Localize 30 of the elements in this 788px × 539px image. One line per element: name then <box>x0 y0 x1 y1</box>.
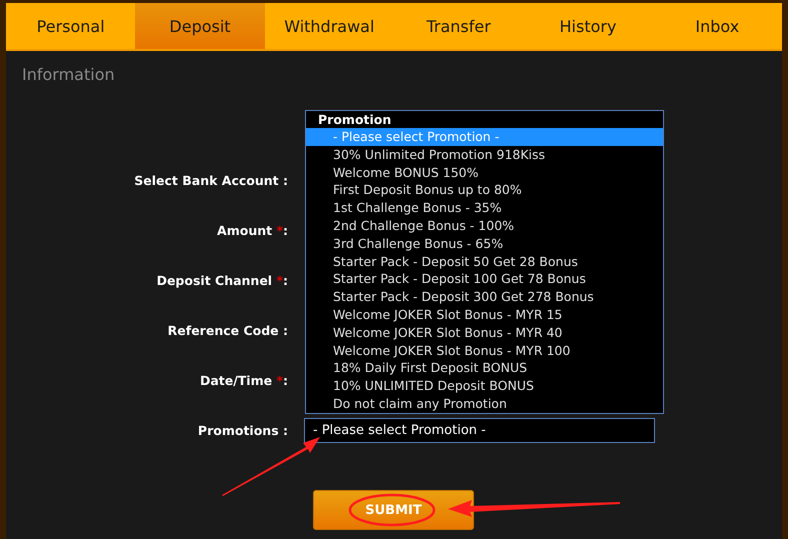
tab[interactable]: Transfer <box>394 3 524 49</box>
promotion-select[interactable]: - Please select Promotion - <box>304 418 655 442</box>
tab[interactable]: Inbox <box>652 3 782 49</box>
dropdown-option[interactable]: 10% UNLIMITED Deposit BONUS <box>306 377 663 395</box>
dropdown-option[interactable]: 1st Challenge Bonus - 35% <box>306 199 663 217</box>
dropdown-option[interactable]: Welcome BONUS 150% <box>306 164 663 182</box>
field-label: Date/Time *: <box>198 372 288 388</box>
field-label: Select Bank Account : <box>133 172 288 188</box>
dropdown-option[interactable]: First Deposit Bonus up to 80% <box>306 181 663 200</box>
dropdown-option[interactable]: 2nd Challenge Bonus - 100% <box>306 216 663 235</box>
dropdown-option[interactable]: Welcome JOKER Slot Bonus - MYR 40 <box>306 324 663 342</box>
tab[interactable]: History <box>523 3 653 49</box>
dropdown-option[interactable]: Welcome JOKER Slot Bonus - MYR 100 <box>306 342 663 360</box>
field-label: Amount *: <box>216 222 288 238</box>
tab[interactable]: Personal <box>6 3 136 49</box>
dropdown-option[interactable]: Starter Pack - Deposit 100 Get 78 Bonus <box>306 270 663 288</box>
dropdown-option[interactable]: 3rd Challenge Bonus - 65% <box>306 234 663 253</box>
dropdown-option[interactable]: Starter Pack - Deposit 300 Get 278 Bonus <box>306 288 663 306</box>
dropdown-option[interactable]: 18% Daily First Deposit BONUS <box>306 359 663 378</box>
tab[interactable]: Withdrawal <box>264 3 394 49</box>
field-label: Promotions : <box>196 422 288 438</box>
option-group-label: Promotion <box>317 111 392 128</box>
dropdown-option[interactable]: Do not claim any Promotion <box>306 394 663 413</box>
field-label: Reference Code : <box>166 322 288 338</box>
section-title: Information <box>21 65 116 85</box>
dropdown-option[interactable]: Starter Pack - Deposit 50 Get 28 Bonus <box>306 252 663 270</box>
dropdown-option[interactable]: 30% Unlimited Promotion 918Kiss <box>306 146 663 164</box>
dropdown-option[interactable]: Welcome JOKER Slot Bonus - MYR 15 <box>306 306 663 324</box>
field-label: Deposit Channel *: <box>156 272 288 288</box>
tab[interactable]: Deposit <box>135 3 265 49</box>
